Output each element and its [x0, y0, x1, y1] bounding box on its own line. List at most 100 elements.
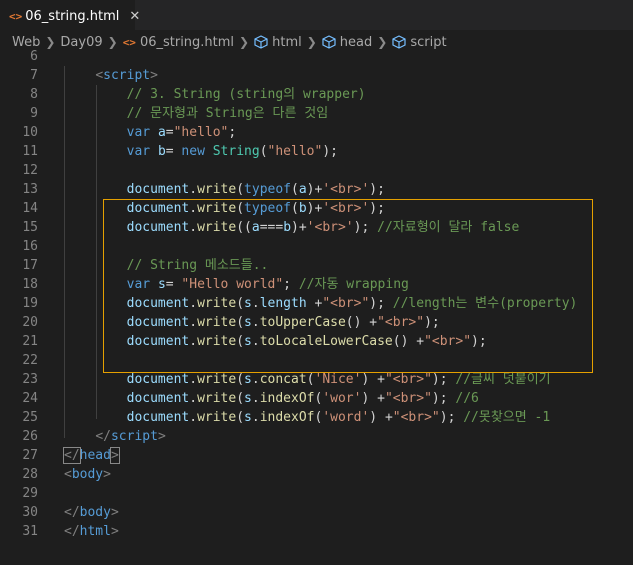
line-number: 14 — [22, 201, 38, 216]
code-token: ( — [291, 182, 299, 197]
code-text: // 3. String (string의 wrapper) — [64, 85, 366, 104]
tab-06-string-html[interactable]: <> 06_string.html ✕ — [0, 0, 140, 31]
code-token: body — [71, 467, 104, 482]
code-token: ( — [236, 391, 245, 406]
html-file-icon: <> — [9, 9, 23, 23]
line-number: 21 — [22, 334, 38, 349]
code-line[interactable]: 31 </html> — [0, 522, 633, 541]
code-token: ; — [228, 125, 237, 140]
code-text: var b= new String("hello"); — [64, 142, 338, 161]
code-line[interactable]: 10 var a="hello"; — [0, 123, 633, 142]
code-token: //못찾으면 -1 — [463, 410, 551, 425]
tab-label: 06_string.html — [25, 8, 120, 24]
code-token: script — [110, 429, 158, 444]
close-icon[interactable]: ✕ — [129, 9, 140, 24]
line-number: 26 — [22, 429, 38, 444]
code-text: document.write(s.indexOf('word') +"<br>"… — [64, 408, 551, 427]
code-token: ) + — [361, 391, 385, 406]
code-token: html — [79, 524, 111, 539]
code-token: "<br>" — [392, 410, 440, 425]
tab-bar: <> 06_string.html ✕ — [0, 0, 633, 31]
code-token: > — [110, 505, 119, 520]
code-token: . — [251, 372, 260, 387]
code-line[interactable]: 28 <body> — [0, 465, 633, 484]
code-token: ( — [236, 372, 245, 387]
code-token: indexOf — [259, 410, 315, 425]
code-line[interactable]: 8 // 3. String (string의 wrapper) — [0, 85, 633, 104]
code-token: ); — [369, 182, 385, 197]
line-number: 19 — [22, 296, 38, 311]
code-token: </ — [63, 447, 81, 464]
code-line[interactable]: 6 — [0, 47, 633, 66]
line-number: 27 — [22, 448, 38, 463]
line-number: 28 — [22, 467, 38, 482]
line-number: 12 — [22, 163, 38, 178]
code-line[interactable]: 7 <script> — [0, 66, 633, 85]
code-token: ); — [322, 144, 338, 159]
code-token: s — [244, 410, 252, 425]
code-token: document — [126, 391, 190, 406]
code-line[interactable]: 12 — [0, 161, 633, 180]
selection-highlight-box — [103, 199, 593, 373]
code-text: </body> — [64, 503, 119, 522]
code-token: . — [189, 372, 198, 387]
code-line[interactable]: 27 </head> — [0, 446, 633, 465]
code-token: write — [197, 372, 237, 387]
line-number: 8 — [30, 87, 38, 102]
code-token: )+ — [306, 182, 323, 197]
code-text: <body> — [64, 465, 111, 484]
code-token: write — [197, 410, 237, 425]
code-token: document — [126, 372, 190, 387]
line-number: 29 — [22, 486, 38, 501]
code-token: > — [109, 447, 120, 464]
line-number: 6 — [30, 49, 38, 64]
code-token: . — [251, 410, 260, 425]
code-token: > — [157, 429, 166, 444]
code-token: ( — [259, 144, 268, 159]
line-number: 17 — [22, 258, 38, 273]
code-text: <script> — [64, 66, 158, 85]
code-line[interactable]: 11 var b= new String("hello"); — [0, 142, 633, 161]
code-line[interactable]: 24 document.write(s.indexOf('wor') +"<br… — [0, 389, 633, 408]
code-token: a — [298, 182, 307, 197]
code-line[interactable]: 25 document.write(s.indexOf('word') +"<b… — [0, 408, 633, 427]
line-number: 15 — [22, 220, 38, 235]
code-token: ) + — [361, 372, 385, 387]
code-token: ( — [306, 372, 315, 387]
line-number: 9 — [30, 106, 38, 121]
code-line[interactable]: 29 — [0, 484, 633, 503]
code-line[interactable]: 13 document.write(typeof(a)+'<br>'); — [0, 180, 633, 199]
code-token: typeof — [244, 182, 292, 197]
code-token: "<br>" — [384, 372, 432, 387]
code-line[interactable]: 9 // 문자형과 String은 다른 것임 — [0, 104, 633, 123]
code-token: s — [244, 372, 252, 387]
code-token: "hello" — [267, 144, 323, 159]
code-token: </ — [95, 429, 111, 444]
code-token: script — [103, 68, 151, 83]
code-token: ( — [236, 182, 245, 197]
code-token: ); — [439, 410, 464, 425]
code-token: ) + — [369, 410, 393, 425]
code-token: ); — [431, 391, 456, 406]
code-line[interactable]: 26 </script> — [0, 427, 633, 446]
code-token: '<br>' — [322, 182, 370, 197]
code-token: . — [189, 391, 198, 406]
line-number: 20 — [22, 315, 38, 330]
code-token: < — [64, 467, 72, 482]
code-text: </head> — [63, 446, 120, 465]
code-token: // 3. String (string의 wrapper) — [126, 87, 366, 102]
code-token: "<br>" — [384, 391, 432, 406]
line-number: 25 — [22, 410, 38, 425]
code-line[interactable]: 30 </body> — [0, 503, 633, 522]
code-token: indexOf — [259, 391, 315, 406]
code-token: = — [165, 125, 174, 140]
